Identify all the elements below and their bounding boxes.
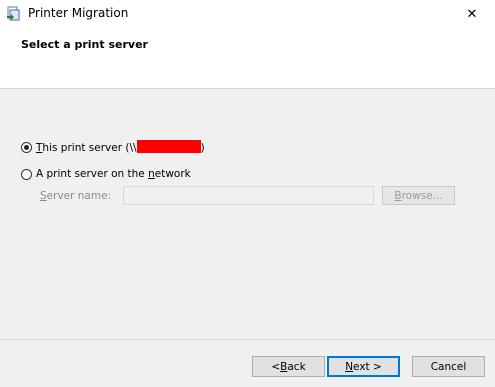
page-title: Select a print server: [21, 38, 148, 51]
network-print-server-label[interactable]: A print server on the network: [36, 168, 191, 180]
this-print-server-radio[interactable]: [21, 141, 32, 153]
close-icon: ✕: [466, 6, 478, 22]
close-button[interactable]: ✕: [449, 0, 495, 28]
footer-divider: [0, 339, 495, 340]
back-button[interactable]: < Back: [252, 356, 325, 377]
server-name-input[interactable]: [123, 186, 374, 205]
wizard-header: Select a print server: [0, 28, 495, 89]
network-print-server-option[interactable]: A print server on the network: [21, 168, 191, 180]
next-button[interactable]: Next >: [327, 356, 400, 377]
cancel-button[interactable]: Cancel: [412, 356, 485, 377]
browse-button[interactable]: Browse...: [382, 186, 455, 205]
printer-migration-icon: [6, 6, 22, 22]
redacted-server-name: [136, 140, 201, 153]
network-print-server-radio[interactable]: [21, 168, 32, 180]
server-name-label: Server name:: [40, 190, 112, 202]
title-bar: Printer Migration ✕: [0, 0, 495, 28]
this-print-server-label[interactable]: This print server (\\): [36, 140, 205, 154]
this-print-server-option[interactable]: This print server (\\): [21, 140, 205, 154]
window-title: Printer Migration: [28, 6, 129, 20]
